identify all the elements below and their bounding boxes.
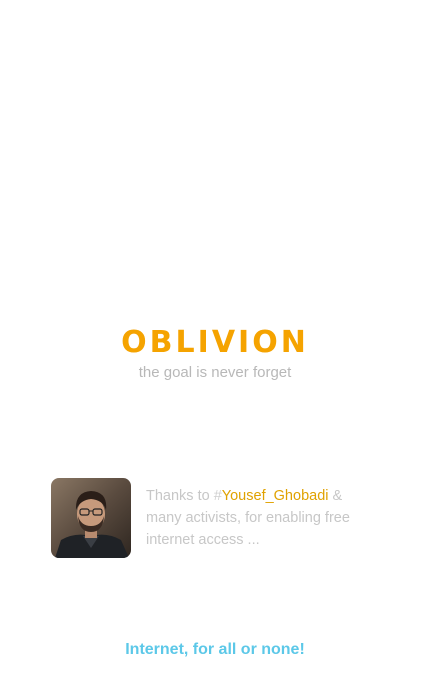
- credit-prefix: Thanks to: [146, 488, 214, 504]
- credit-text: Thanks to #Yousef_Ghobadi & many activis…: [146, 485, 371, 551]
- person-portrait-icon: [51, 478, 131, 558]
- app-tagline: the goal is never forget: [138, 364, 292, 381]
- brand-block: OBLIVION the goal is never forget: [0, 324, 430, 382]
- hash-symbol: #: [213, 488, 222, 504]
- app-title: OBLIVION: [121, 325, 309, 360]
- avatar: [51, 478, 131, 558]
- footer-slogan: Internet, for all or none!: [125, 641, 305, 658]
- credit-section: Thanks to #Yousef_Ghobadi & many activis…: [51, 478, 381, 558]
- credit-mention-link[interactable]: Yousef_Ghobadi: [222, 488, 329, 504]
